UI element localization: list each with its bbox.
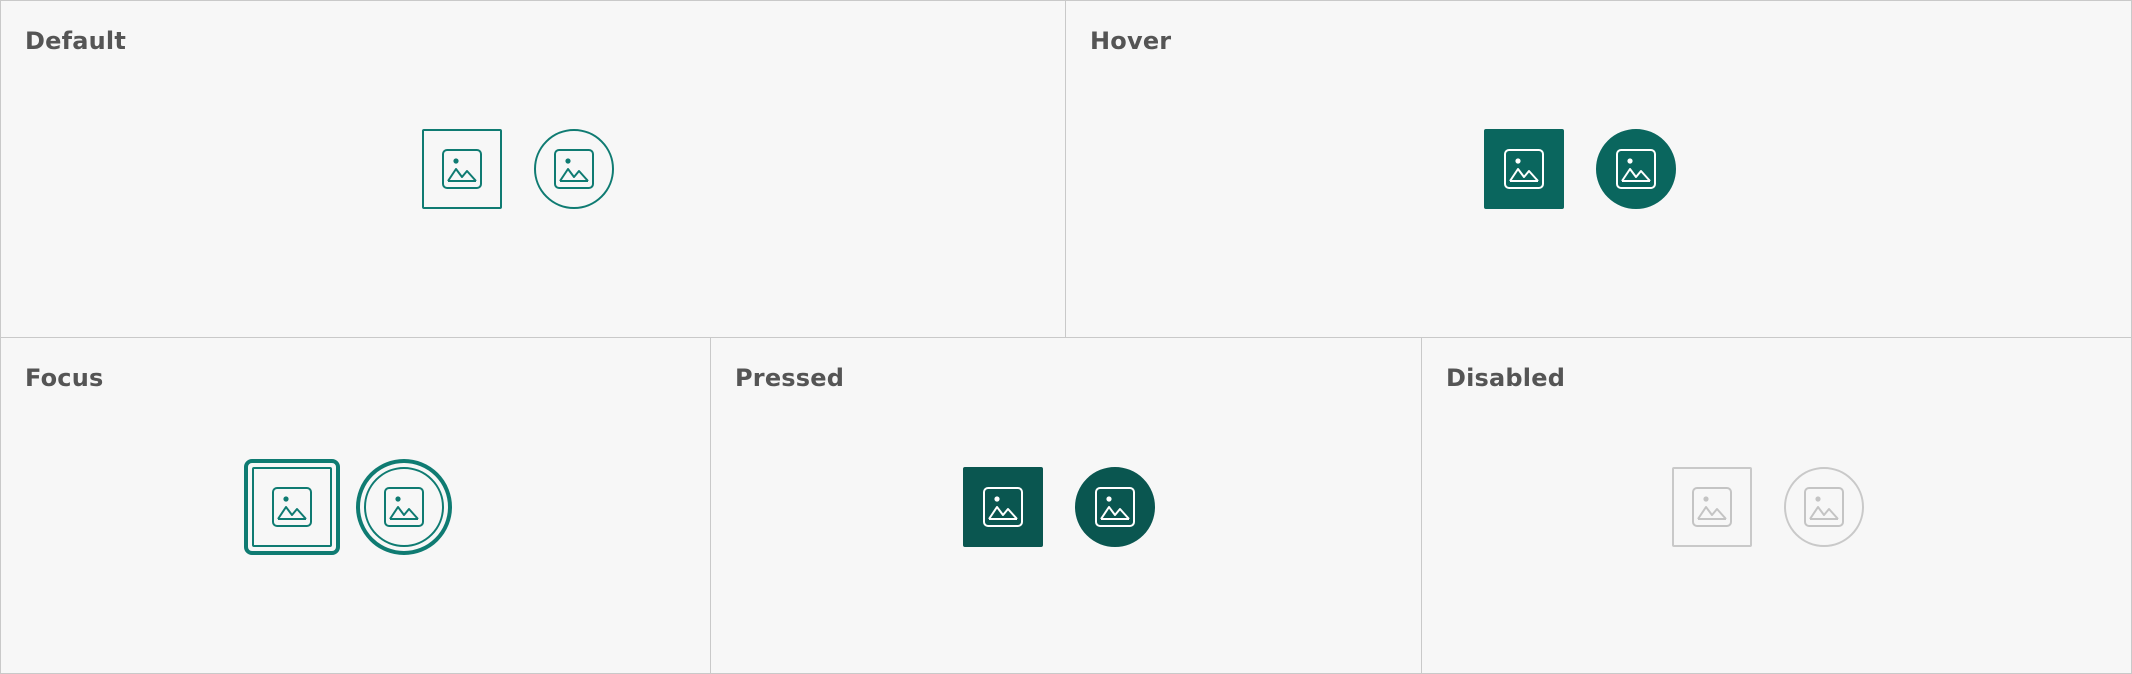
image-button-circle-disabled [1784,467,1864,547]
image-icon [1616,149,1656,189]
image-icon [1692,487,1732,527]
panel-pressed: Pressed [710,337,1422,674]
image-icon [1095,487,1135,527]
image-icon [1804,487,1844,527]
image-icon [554,149,594,189]
focus-ring [356,459,452,555]
panel-title: Default [25,27,127,55]
image-button-circle[interactable] [364,467,444,547]
image-icon [384,487,424,527]
image-button-square[interactable] [1484,129,1564,209]
image-button-square-disabled [1672,467,1752,547]
image-button-square[interactable] [252,467,332,547]
panel-default: Default [0,0,1066,338]
panel-hover: Hover [1065,0,2132,338]
image-button-circle[interactable] [1596,129,1676,209]
panel-title: Hover [1090,27,1172,55]
panel-title: Pressed [735,364,845,392]
focus-ring [244,459,340,555]
image-icon [272,487,312,527]
panel-title: Disabled [1446,364,1566,392]
image-button-square[interactable] [422,129,502,209]
image-icon [442,149,482,189]
panel-title: Focus [25,364,104,392]
image-icon [1504,149,1544,189]
image-button-circle[interactable] [1075,467,1155,547]
panel-focus: Focus [0,337,711,674]
panel-disabled: Disabled [1421,337,2132,674]
image-icon [983,487,1023,527]
image-button-circle[interactable] [534,129,614,209]
image-button-square[interactable] [963,467,1043,547]
